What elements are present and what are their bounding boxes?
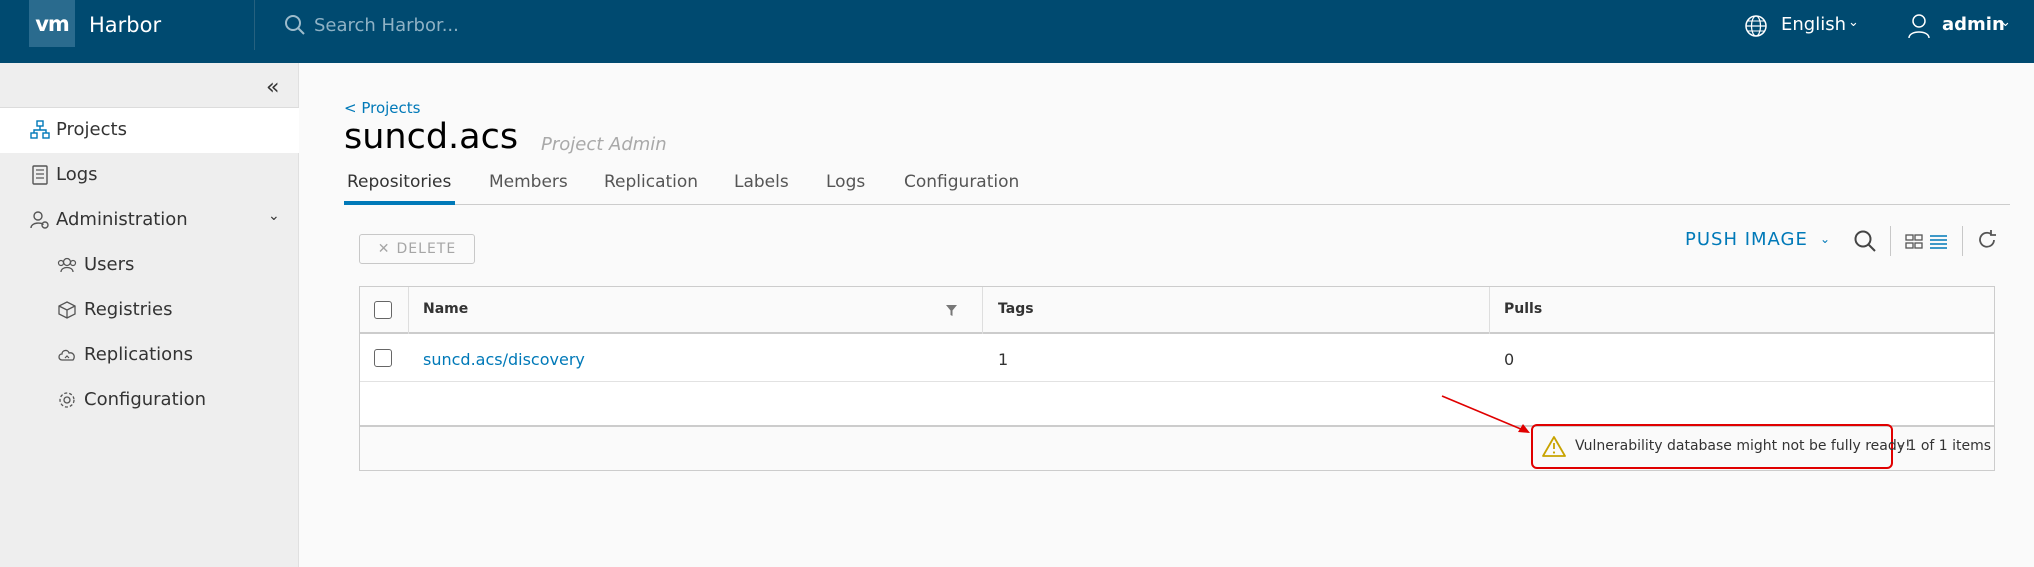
- warning-icon: [1542, 436, 1566, 457]
- repository-name-link[interactable]: suncd.acs/discovery: [423, 350, 585, 369]
- tab-logs[interactable]: Logs: [826, 172, 865, 192]
- column-divider: [408, 287, 409, 334]
- pulls-count: 0: [1504, 350, 1515, 369]
- tabs-divider: [344, 204, 2010, 205]
- user-icon[interactable]: [1907, 13, 1931, 39]
- chevron-down-icon[interactable]: ⌄: [268, 208, 280, 224]
- push-image-button[interactable]: PUSH IMAGE: [1685, 229, 1808, 250]
- sidebar-item-label: Registries: [84, 299, 173, 320]
- sidebar-item-label: Replications: [84, 344, 193, 365]
- administration-icon: [30, 211, 49, 229]
- tab-replication[interactable]: Replication: [604, 172, 698, 192]
- table-header: Name Tags Pulls: [360, 287, 1994, 334]
- sidebar-item-projects[interactable]: Projects: [0, 108, 299, 153]
- search-icon[interactable]: [1853, 229, 1877, 253]
- global-search-input[interactable]: Search Harbor...: [314, 15, 459, 36]
- column-header-tags[interactable]: Tags: [998, 301, 1034, 317]
- sidebar-item-label: Administration: [56, 209, 188, 230]
- chevron-down-icon[interactable]: ⌄: [1820, 232, 1830, 246]
- sidebar-item-label: Projects: [56, 119, 127, 140]
- replications-icon: [58, 349, 75, 361]
- header-divider: [254, 0, 255, 50]
- projects-icon: [30, 120, 50, 139]
- sidebar-item-label: Logs: [56, 164, 98, 185]
- chevron-down-icon[interactable]: ⌄: [2000, 15, 2011, 30]
- registries-icon: [58, 301, 76, 319]
- tab-members[interactable]: Members: [489, 172, 568, 192]
- app-brand[interactable]: Harbor: [89, 13, 161, 37]
- close-icon: ✕: [377, 241, 391, 257]
- sidebar-item-replications[interactable]: Replications: [0, 333, 299, 378]
- user-menu[interactable]: admin: [1942, 14, 2005, 35]
- globe-icon[interactable]: [1744, 14, 1768, 38]
- filter-icon[interactable]: [946, 305, 957, 316]
- breadcrumb-projects[interactable]: < Projects: [344, 99, 420, 117]
- tab-configuration[interactable]: Configuration: [904, 172, 1019, 192]
- sidebar-item-logs[interactable]: Logs: [0, 153, 299, 198]
- search-icon[interactable]: [284, 14, 306, 36]
- column-header-name[interactable]: Name: [423, 301, 468, 317]
- list-view-icon[interactable]: [1930, 234, 1947, 249]
- role-label: Project Admin: [541, 134, 667, 155]
- users-icon: [57, 257, 77, 273]
- sidebar-item-configuration[interactable]: Configuration: [0, 378, 299, 423]
- column-divider: [982, 287, 983, 334]
- gear-icon: [59, 392, 75, 408]
- pagination-info: - 1 of 1 items: [1898, 438, 1992, 454]
- collapse-sidebar-icon[interactable]: «: [266, 75, 279, 100]
- sidebar-item-users[interactable]: Users: [0, 243, 299, 288]
- row-checkbox[interactable]: [374, 349, 392, 367]
- logs-icon: [32, 165, 48, 185]
- active-tab-indicator: [344, 201, 455, 205]
- select-all-checkbox[interactable]: [374, 301, 392, 319]
- sidebar: « Projects Logs Administration ⌄ Users R…: [0, 63, 299, 567]
- sidebar-item-administration[interactable]: Administration ⌄: [0, 198, 299, 243]
- chevron-down-icon[interactable]: ⌄: [1848, 15, 1859, 30]
- toolbar-divider: [1890, 226, 1891, 256]
- page-title: suncd.acs: [344, 117, 519, 157]
- tab-labels[interactable]: Labels: [734, 172, 789, 192]
- table-row[interactable]: suncd.acs/discovery 1 0: [360, 336, 1994, 382]
- delete-button-label: DELETE: [396, 241, 457, 257]
- annotation-arrow: [1441, 395, 1530, 433]
- column-divider: [1489, 287, 1490, 334]
- tags-count: 1: [998, 350, 1009, 369]
- vmware-logo[interactable]: vm: [29, 0, 75, 47]
- delete-button[interactable]: ✕ DELETE: [359, 234, 475, 264]
- tab-repositories[interactable]: Repositories: [347, 172, 451, 192]
- vulnerability-warning-text: Vulnerability database might not be full…: [1575, 438, 1911, 454]
- card-view-icon[interactable]: [1905, 234, 1923, 249]
- sidebar-item-registries[interactable]: Registries: [0, 288, 299, 333]
- refresh-icon[interactable]: [1976, 229, 1998, 251]
- toolbar-divider: [1962, 226, 1963, 256]
- sidebar-item-label: Users: [84, 254, 135, 275]
- column-header-pulls[interactable]: Pulls: [1504, 301, 1542, 317]
- top-nav-bar: vm Harbor Search Harbor... English ⌄ adm…: [0, 0, 2034, 63]
- sidebar-item-label: Configuration: [84, 389, 207, 410]
- language-selector[interactable]: English: [1781, 14, 1846, 35]
